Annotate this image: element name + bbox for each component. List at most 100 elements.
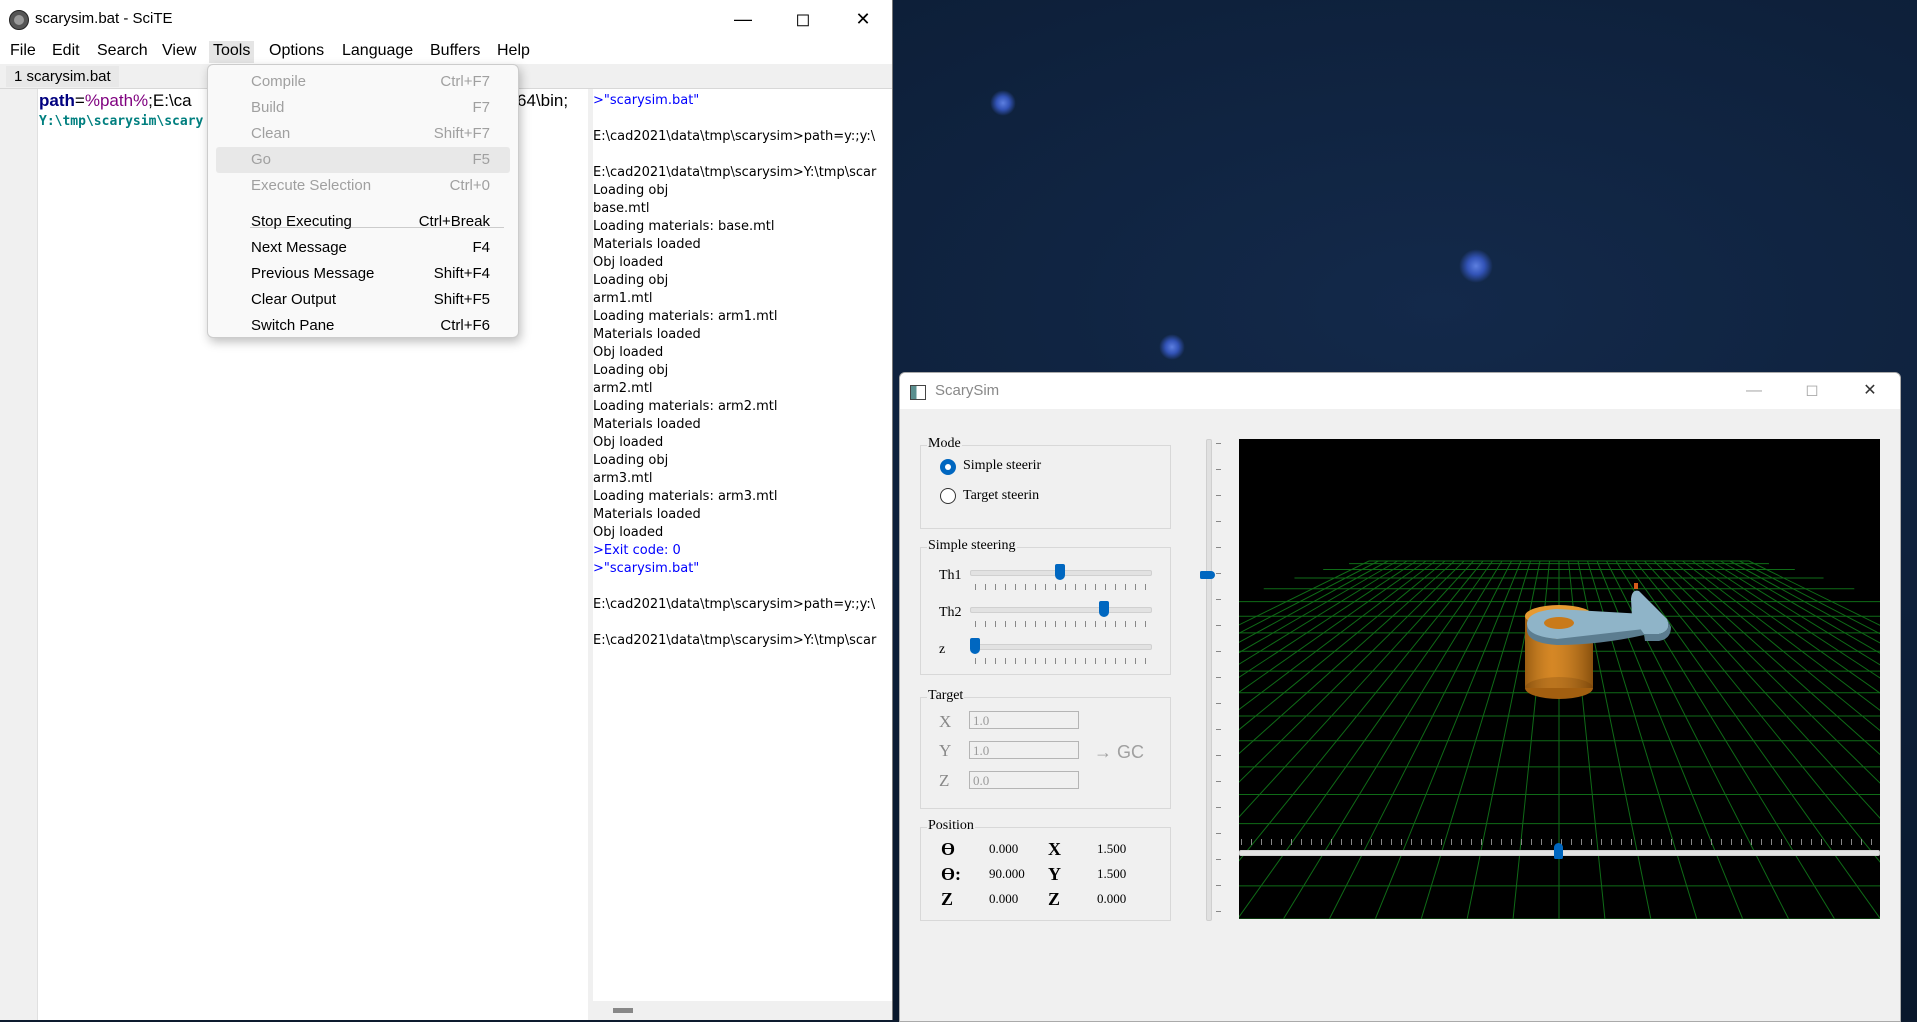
- maximize-button[interactable]: ◻: [1783, 373, 1841, 409]
- th1-label: Th1: [939, 568, 962, 583]
- slider-tick: [1216, 885, 1221, 886]
- pos-z-label-right: Z: [1048, 889, 1061, 909]
- menu-item-stop-executing[interactable]: Stop Executing Ctrl+Break: [208, 209, 518, 235]
- menu-item-shortcut: Shift+F4: [433, 265, 490, 282]
- menu-item-previous-message[interactable]: Previous Message Shift+F4: [208, 261, 518, 287]
- output-line: >"scarysim.bat": [593, 93, 700, 108]
- output-line: Materials loaded: [593, 417, 701, 432]
- close-button[interactable]: ✕: [1841, 373, 1899, 409]
- output-line: Materials loaded: [593, 327, 701, 342]
- slider-tick: [1216, 807, 1221, 808]
- menu-item-go[interactable]: Go F5: [216, 147, 510, 173]
- menu-tools[interactable]: Tools: [209, 41, 255, 63]
- scarysim-app-icon: [910, 385, 926, 400]
- th2-label: Th2: [939, 605, 962, 620]
- go-button[interactable]: → GC: [1094, 742, 1144, 763]
- target-steering-label[interactable]: Target steerin: [963, 488, 1039, 504]
- scrollbar-thumb[interactable]: [613, 1008, 633, 1013]
- camera-vertical-slider-track[interactable]: [1206, 439, 1212, 921]
- scarysim-title: ScarySim: [935, 382, 1000, 399]
- th1-slider-thumb[interactable]: [1055, 564, 1065, 580]
- target-z-label: Z: [939, 771, 950, 790]
- output-line: base.mtl: [593, 201, 650, 216]
- menu-item-shortcut: F5: [472, 151, 490, 168]
- th2-slider-ticks: [975, 621, 1147, 627]
- camera-horizontal-slider-thumb[interactable]: [1554, 843, 1563, 859]
- menu-item-label: Switch Pane: [251, 317, 335, 334]
- target-y-field[interactable]: 1.0: [969, 741, 1079, 759]
- close-button[interactable]: ✕: [834, 0, 892, 38]
- target-steering-radio[interactable]: [940, 488, 956, 504]
- simple-steering-label[interactable]: Simple steerir: [963, 458, 1041, 474]
- star-decoration: [990, 90, 1016, 116]
- minimize-button[interactable]: —: [714, 0, 772, 38]
- target-x-field[interactable]: 1.0: [969, 711, 1079, 729]
- slider-tick: [1216, 781, 1221, 782]
- output-line: E:\cad2021\data\tmp\scarysim>Y:\tmp\scar: [593, 165, 877, 180]
- z-slider-thumb[interactable]: [970, 638, 980, 654]
- menu-item-execute-selection[interactable]: Execute Selection Ctrl+0: [208, 173, 518, 199]
- pos-x-label: X: [1048, 839, 1061, 859]
- menu-item-label: Build: [251, 99, 285, 116]
- menu-item-label: Compile: [251, 73, 307, 90]
- theta1-value: 0.000: [989, 841, 1019, 856]
- position-group: Position ϴ 0.000 X 1.500 ϴ: 90.000 Y 1.5…: [920, 818, 1171, 921]
- menu-item-label: Stop Executing: [251, 213, 352, 230]
- camera-vertical-slider-thumb[interactable]: [1200, 571, 1215, 580]
- tab-scarysim-bat[interactable]: 1 scarysim.bat: [6, 66, 119, 87]
- menu-file[interactable]: File: [6, 41, 40, 63]
- slider-tick: [1216, 443, 1221, 444]
- menu-item-compile[interactable]: Compile Ctrl+F7: [208, 69, 518, 95]
- scite-titlebar[interactable]: scarysim.bat - SciTE — ◻ ✕: [0, 0, 892, 38]
- menu-language[interactable]: Language: [338, 41, 417, 63]
- menu-item-clean[interactable]: Clean Shift+F7: [208, 121, 518, 147]
- menu-item-shortcut: Ctrl+Break: [418, 213, 490, 230]
- simple-steering-radio[interactable]: [940, 459, 956, 475]
- code-line-1: path=%path%;E:\ca: [39, 91, 192, 110]
- output-line: Materials loaded: [593, 507, 701, 522]
- menu-item-clear-output[interactable]: Clear Output Shift+F5: [208, 287, 518, 313]
- menu-options[interactable]: Options: [265, 41, 328, 63]
- slider-tick: [1216, 651, 1221, 652]
- slider-tick: [1216, 599, 1221, 600]
- menu-item-build[interactable]: Build F7: [208, 95, 518, 121]
- mode-group: Mode Simple steerir Target steerin: [920, 436, 1171, 529]
- menu-item-switch-pane[interactable]: Switch Pane Ctrl+F6: [208, 313, 518, 339]
- menu-item-next-message[interactable]: Next Message F4: [208, 235, 518, 261]
- slider-tick: [1216, 729, 1221, 730]
- output-horizontal-scrollbar[interactable]: [593, 1001, 892, 1020]
- pos-z-value-left: 0.000: [989, 891, 1019, 906]
- maximize-button[interactable]: ◻: [774, 0, 832, 38]
- menu-view[interactable]: View: [158, 41, 200, 63]
- target-x-label: X: [939, 712, 952, 731]
- menu-search[interactable]: Search: [93, 41, 152, 63]
- simple-steering-title: Simple steering: [927, 538, 1017, 554]
- menubar: File Edit Search View Tools Options Lang…: [0, 38, 892, 64]
- slider-tick: [1216, 911, 1221, 912]
- menu-item-shortcut: Ctrl+F6: [440, 317, 490, 334]
- z-slider-track[interactable]: [970, 644, 1152, 650]
- pos-y-label: Y: [1048, 864, 1061, 884]
- slider-tick: [1216, 495, 1221, 496]
- menu-buffers[interactable]: Buffers: [426, 41, 484, 63]
- output-line: E:\cad2021\data\tmp\scarysim>Y:\tmp\scar: [593, 633, 877, 648]
- output-line: Loading materials: arm1.mtl: [593, 309, 778, 324]
- menu-help[interactable]: Help: [493, 41, 534, 63]
- output-line: Loading obj: [593, 453, 669, 468]
- slider-tick: [1216, 755, 1221, 756]
- menu-edit[interactable]: Edit: [48, 41, 84, 63]
- pos-z-value-right: 0.000: [1097, 891, 1127, 906]
- scarysim-titlebar[interactable]: ScarySim — ◻ ✕: [900, 373, 1900, 409]
- scite-window: scarysim.bat - SciTE — ◻ ✕ File Edit Sea…: [0, 0, 893, 1020]
- menu-item-shortcut: Shift+F7: [433, 125, 490, 142]
- minimize-button[interactable]: —: [1725, 373, 1783, 409]
- code-line-1-tail: 64\bin;: [517, 91, 569, 110]
- output-pane[interactable]: >"scarysim.bat" E:\cad2021\data\tmp\scary…: [593, 89, 892, 1020]
- th2-slider-track[interactable]: [970, 607, 1152, 613]
- menu-item-shortcut: F4: [472, 239, 490, 256]
- theta2-value: 90.000: [989, 866, 1025, 881]
- th2-slider-thumb[interactable]: [1099, 601, 1110, 617]
- target-z-field[interactable]: 0.0: [969, 771, 1079, 789]
- line-margin: [0, 89, 38, 1020]
- tools-menu-dropdown: Compile Ctrl+F7 Build F7 Clean Shift+F7 Go F5 Ex…: [207, 64, 519, 338]
